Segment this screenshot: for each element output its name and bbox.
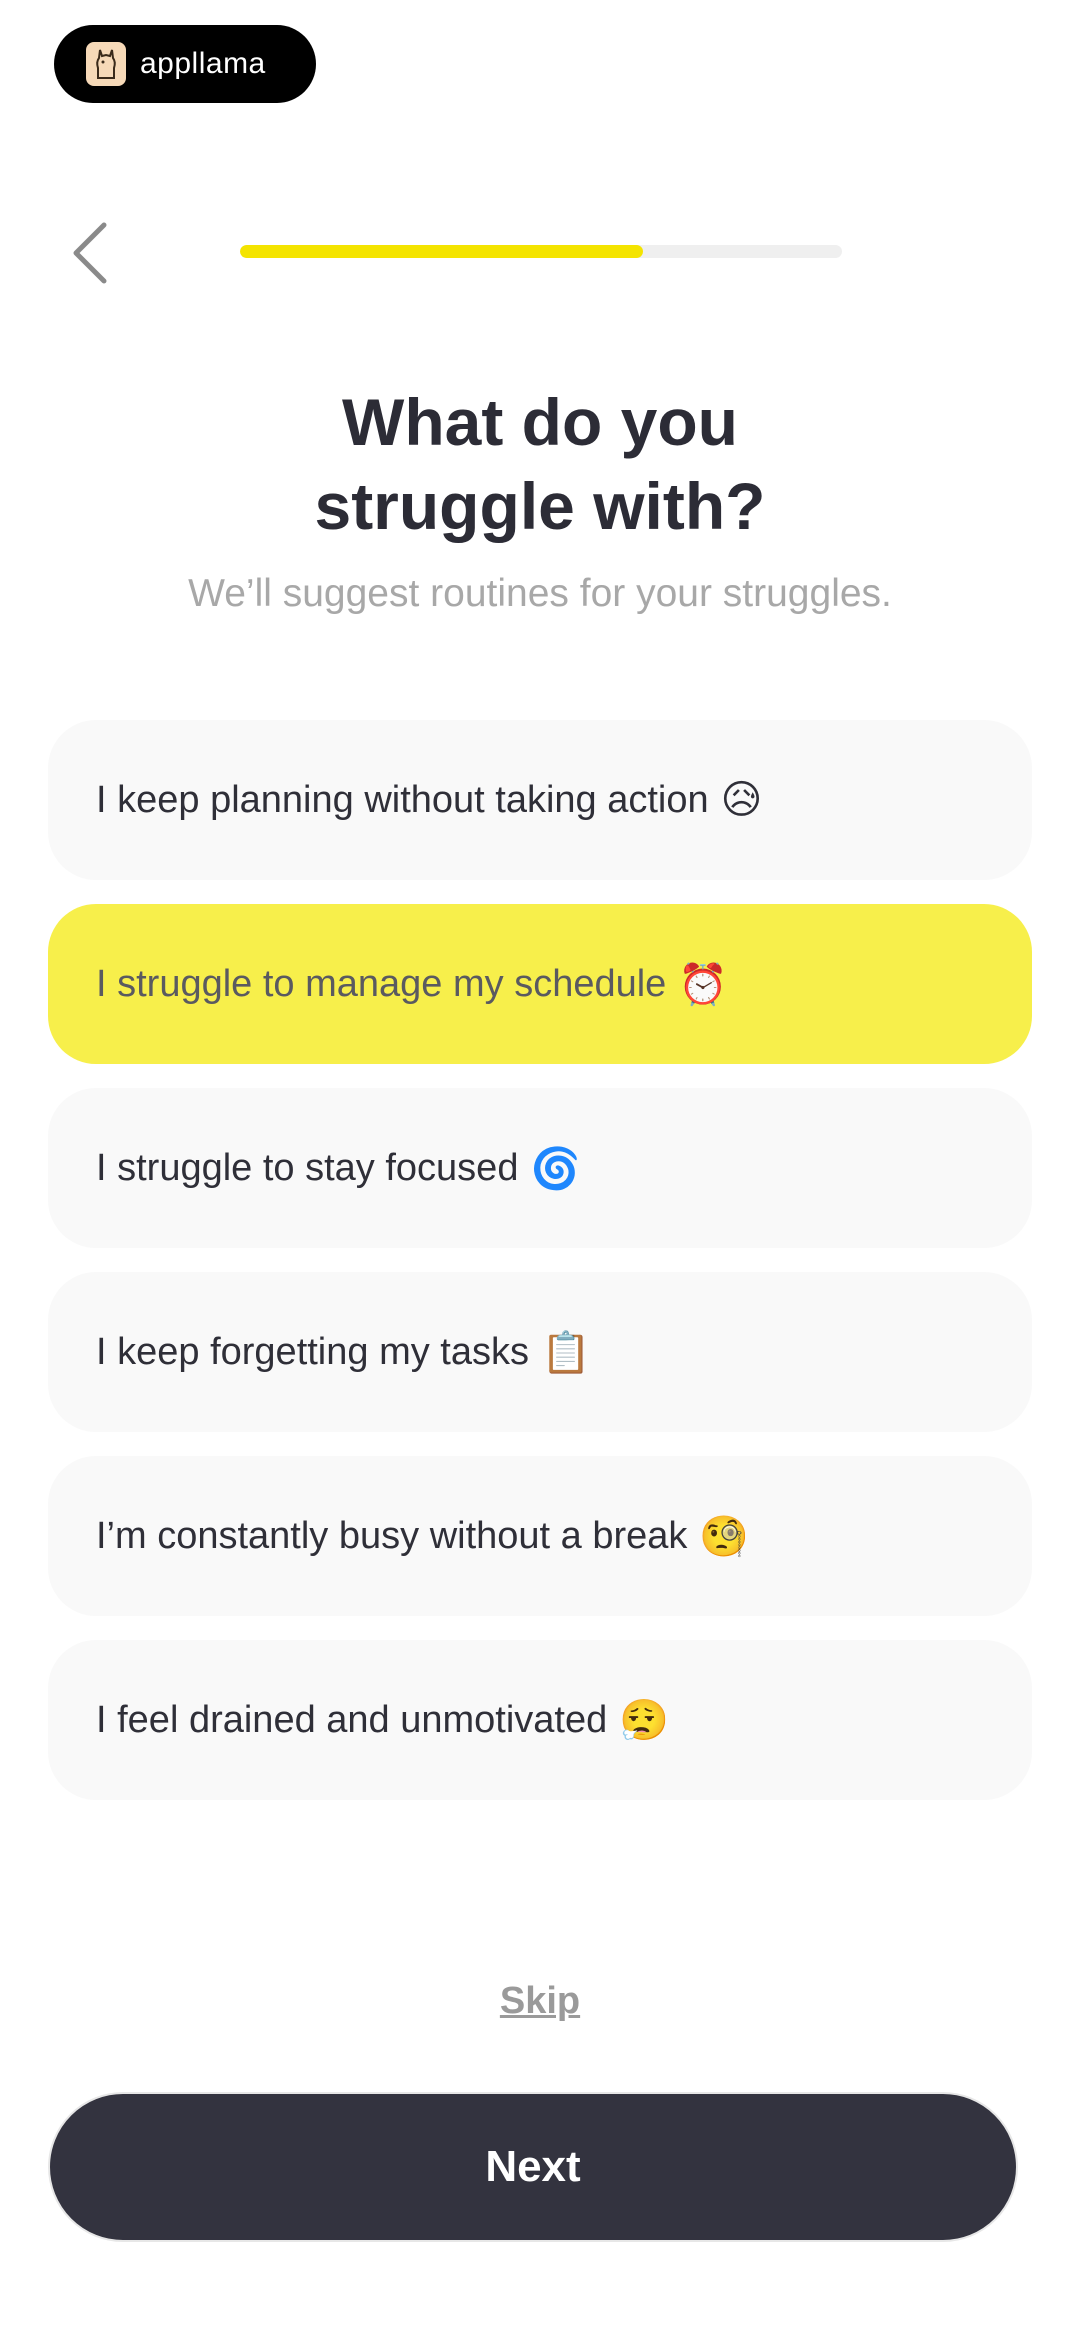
page-subtitle: We’ll suggest routines for your struggle… [188,572,892,615]
skip-link-container: Skip [0,1980,1080,2023]
next-button[interactable]: Next [48,2092,1018,2242]
option-stay-focused[interactable]: I struggle to stay focused 🌀 [48,1088,1032,1248]
sad-face-icon: 😥 [720,778,763,822]
chevron-left-icon [73,222,107,284]
cyclone-icon: 🌀 [530,1146,581,1191]
option-planning-without-action[interactable]: I keep planning without taking action 😥 [48,720,1032,880]
progress-fill [240,245,644,258]
option-forgetting-tasks[interactable]: I keep forgetting my tasks 📋 [48,1272,1032,1432]
skip-link[interactable]: Skip [500,1980,580,2022]
option-label: I’m constantly busy without a break [96,1514,688,1557]
option-label: I keep forgetting my tasks [96,1330,529,1373]
clipboard-icon: 📋 [540,1330,591,1375]
exhaling-face-icon: 😮‍💨 [619,1698,670,1743]
option-label: I feel drained and unmotivated [96,1698,608,1741]
onboarding-screen: appllama What do you struggle with? We’l… [0,0,1080,2336]
brand-badge: appllama [54,25,316,103]
title-line-2: struggle with? [314,469,766,543]
back-button[interactable] [60,215,120,291]
page-title: What do you struggle with? [0,380,1080,548]
title-line-1: What do you [342,385,738,459]
llama-logo-icon [86,42,126,86]
option-manage-schedule[interactable]: I struggle to manage my schedule ⏰ [48,904,1032,1064]
option-label: I struggle to stay focused [96,1146,519,1189]
brand-name: appllama [140,47,266,80]
option-constantly-busy[interactable]: I’m constantly busy without a break 🧐 [48,1456,1032,1616]
struggle-options-list: I keep planning without taking action 😥 … [48,720,1032,1824]
option-label: I struggle to manage my schedule [96,962,667,1005]
option-label: I keep planning without taking action [96,778,709,821]
monocle-face-icon: 🧐 [699,1514,750,1559]
alarm-clock-icon: ⏰ [678,962,729,1007]
option-drained-unmotivated[interactable]: I feel drained and unmotivated 😮‍💨 [48,1640,1032,1800]
progress-bar [240,245,842,258]
